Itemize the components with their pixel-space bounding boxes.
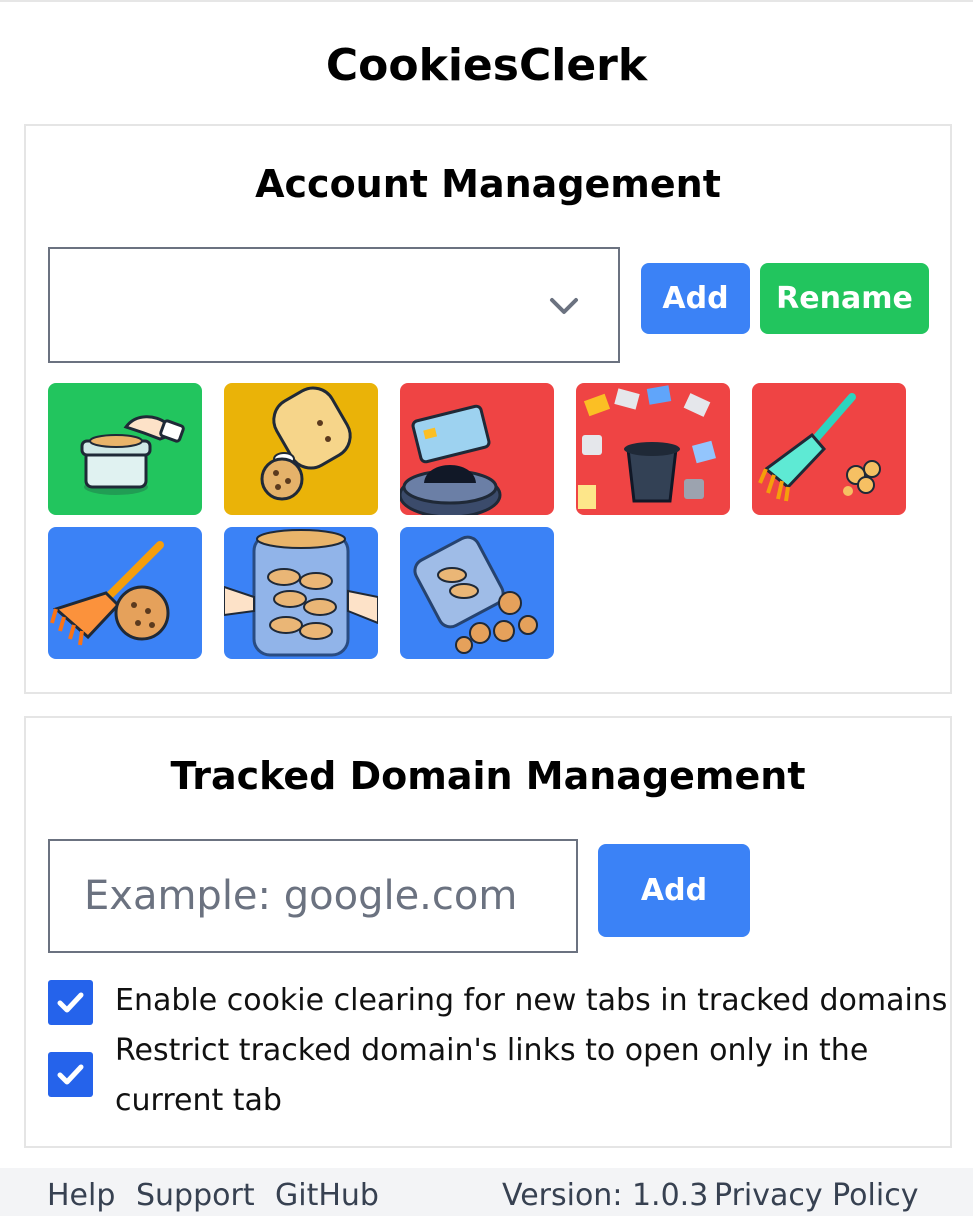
github-link[interactable]: GitHub	[275, 1176, 379, 1216]
footer: Help Support GitHub Version: 1.0.3 Priva…	[0, 1168, 973, 1216]
rename-account-button[interactable]: Rename	[760, 263, 929, 334]
account-management-panel: Account Management Add Rename	[24, 124, 952, 694]
tracked-domain-title: Tracked Domain Management	[170, 754, 806, 798]
tile-broom-cookie[interactable]	[48, 527, 202, 659]
account-select[interactable]	[48, 247, 620, 363]
add-account-button[interactable]: Add	[641, 263, 750, 334]
tile-broom-crumbs[interactable]	[752, 383, 906, 515]
tracked-domain-panel: Tracked Domain Management Add Enable coo…	[24, 716, 952, 1148]
app-title: CookiesClerk	[325, 40, 648, 91]
tile-hands-cookie-jar[interactable]	[224, 527, 378, 659]
tile-spilled-jar[interactable]	[224, 383, 378, 515]
version-text: Version: 1.0.3	[502, 1178, 709, 1213]
check-icon	[57, 992, 84, 1013]
help-link[interactable]: Help	[47, 1176, 115, 1216]
chevron-down-icon	[548, 289, 580, 321]
top-border	[0, 0, 973, 2]
tile-cards-into-trash[interactable]	[576, 383, 730, 515]
tile-card-trash[interactable]	[400, 383, 554, 515]
check-icon	[57, 1064, 84, 1085]
domain-input[interactable]	[48, 839, 578, 953]
tile-jar-spilling-cookies[interactable]	[400, 527, 554, 659]
add-domain-button[interactable]: Add	[598, 844, 750, 937]
account-management-title: Account Management	[255, 162, 721, 206]
tile-cookie-jar-hand[interactable]	[48, 383, 202, 515]
restrict-links-label: Restrict tracked domain's links to open …	[115, 1033, 869, 1118]
support-link[interactable]: Support	[136, 1176, 255, 1216]
enable-cookie-clearing-label: Enable cookie clearing for new tabs in t…	[115, 983, 948, 1018]
restrict-links-checkbox[interactable]	[48, 1052, 93, 1097]
privacy-policy-link[interactable]: Privacy Policy	[714, 1176, 918, 1216]
enable-cookie-clearing-checkbox[interactable]	[48, 980, 93, 1025]
